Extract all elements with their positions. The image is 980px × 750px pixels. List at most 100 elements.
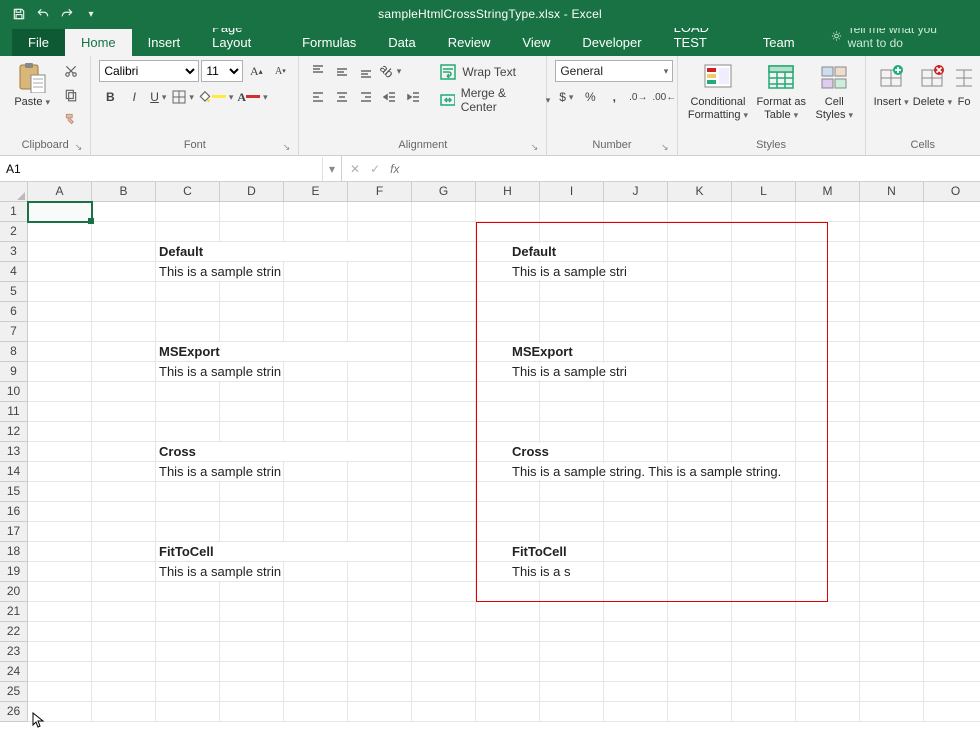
enter-formula-icon[interactable]: ✓ (370, 162, 380, 176)
row-header[interactable]: 25 (0, 682, 27, 702)
dialog-launcher-icon[interactable]: ↘ (75, 142, 83, 153)
col-header[interactable]: G (412, 182, 476, 201)
worksheet-grid[interactable]: ABCDEFGHIJKLMNO 123456789101112131415161… (0, 182, 980, 750)
formula-input[interactable] (407, 156, 980, 181)
dialog-launcher-icon[interactable]: ↘ (283, 142, 291, 153)
cell-content[interactable]: This is a sample strin (156, 462, 284, 482)
col-header[interactable]: C (156, 182, 220, 201)
tab-team[interactable]: Team (747, 29, 811, 56)
increase-decimal-button[interactable]: .0→ (627, 86, 649, 108)
borders-button[interactable] (171, 86, 195, 108)
col-header[interactable]: M (796, 182, 860, 201)
format-painter-button[interactable] (60, 108, 82, 130)
row-header[interactable]: 9 (0, 362, 27, 382)
cut-button[interactable] (60, 60, 82, 82)
col-header[interactable]: K (668, 182, 732, 201)
name-box-input[interactable] (0, 162, 322, 176)
fill-color-button[interactable] (197, 86, 235, 108)
row-header[interactable]: 3 (0, 242, 27, 262)
fx-icon[interactable]: fx (390, 162, 399, 176)
align-right-button[interactable] (355, 86, 377, 108)
align-top-button[interactable] (307, 60, 329, 82)
cell-content[interactable]: This is a sample strin (156, 362, 284, 382)
tab-review[interactable]: Review (432, 29, 507, 56)
row-header[interactable]: 5 (0, 282, 27, 302)
row-header[interactable]: 1 (0, 202, 27, 222)
cell-styles-button[interactable]: Cell Styles (812, 60, 856, 121)
undo-icon[interactable] (32, 3, 54, 25)
tab-file[interactable]: File (12, 29, 65, 56)
decrease-font-button[interactable]: A▾ (269, 60, 291, 82)
cell-content[interactable]: Default (156, 242, 412, 262)
row-header[interactable]: 26 (0, 702, 27, 722)
col-header[interactable]: L (732, 182, 796, 201)
row-header[interactable]: 2 (0, 222, 27, 242)
insert-cells-button[interactable]: Insert (874, 60, 909, 109)
row-header[interactable]: 21 (0, 602, 27, 622)
row-header[interactable]: 12 (0, 422, 27, 442)
col-header[interactable]: B (92, 182, 156, 201)
align-left-button[interactable] (307, 86, 329, 108)
column-headers[interactable]: ABCDEFGHIJKLMNO (28, 182, 980, 202)
tab-data[interactable]: Data (372, 29, 431, 56)
row-header[interactable]: 15 (0, 482, 27, 502)
col-header[interactable]: J (604, 182, 668, 201)
col-header[interactable]: N (860, 182, 924, 201)
accounting-format-button[interactable]: $ (555, 86, 577, 108)
format-as-table-button[interactable]: Format as Table (754, 60, 808, 121)
increase-font-button[interactable]: A▴ (245, 60, 267, 82)
percent-button[interactable]: % (579, 86, 601, 108)
col-header[interactable]: D (220, 182, 284, 201)
align-bottom-button[interactable] (355, 60, 377, 82)
row-header[interactable]: 10 (0, 382, 27, 402)
dialog-launcher-icon[interactable]: ↘ (661, 142, 669, 153)
cancel-formula-icon[interactable]: ✕ (350, 162, 360, 176)
row-header[interactable]: 18 (0, 542, 27, 562)
row-header[interactable]: 17 (0, 522, 27, 542)
cell-content[interactable]: MSExport (156, 342, 412, 362)
select-all-corner[interactable] (0, 182, 28, 202)
row-header[interactable]: 6 (0, 302, 27, 322)
col-header[interactable]: I (540, 182, 604, 201)
col-header[interactable]: H (476, 182, 540, 201)
col-header[interactable]: F (348, 182, 412, 201)
name-box-dropdown-icon[interactable]: ▾ (322, 157, 341, 181)
conditional-formatting-button[interactable]: Conditional Formatting (686, 60, 751, 121)
cell-content[interactable]: This is a sample strin (156, 262, 284, 282)
number-format-combo[interactable]: General (555, 60, 673, 82)
cell-content[interactable]: Cross (156, 442, 412, 462)
row-header[interactable]: 14 (0, 462, 27, 482)
tab-formulas[interactable]: Formulas (286, 29, 372, 56)
tab-view[interactable]: View (506, 29, 566, 56)
row-headers[interactable]: 1234567891011121314151617181920212223242… (0, 202, 28, 722)
cell-content[interactable]: FitToCell (156, 542, 412, 562)
font-size-combo[interactable]: 11 (201, 60, 243, 82)
tab-home[interactable]: Home (65, 29, 132, 56)
row-header[interactable]: 4 (0, 262, 27, 282)
row-header[interactable]: 13 (0, 442, 27, 462)
row-header[interactable]: 8 (0, 342, 27, 362)
merge-center-button[interactable]: Merge & Center (435, 88, 555, 112)
tab-insert[interactable]: Insert (132, 29, 197, 56)
row-header[interactable]: 7 (0, 322, 27, 342)
copy-button[interactable] (60, 84, 82, 106)
underline-button[interactable]: U (147, 86, 169, 108)
delete-cells-button[interactable]: Delete (913, 60, 952, 109)
row-header[interactable]: 11 (0, 402, 27, 422)
save-icon[interactable] (8, 3, 30, 25)
row-header[interactable]: 23 (0, 642, 27, 662)
row-header[interactable]: 16 (0, 502, 27, 522)
col-header[interactable]: E (284, 182, 348, 201)
row-header[interactable]: 24 (0, 662, 27, 682)
font-color-button[interactable]: A (236, 86, 268, 108)
qat-customize-icon[interactable]: ▾ (80, 3, 102, 25)
col-header[interactable]: O (924, 182, 980, 201)
row-header[interactable]: 22 (0, 622, 27, 642)
paste-button[interactable]: Paste (8, 60, 56, 109)
dialog-launcher-icon[interactable]: ↘ (531, 142, 539, 153)
cell-content[interactable]: This is a sample strin (156, 562, 284, 582)
decrease-decimal-button[interactable]: .00← (651, 86, 677, 108)
col-header[interactable]: A (28, 182, 92, 201)
orientation-button[interactable]: ab (379, 60, 402, 82)
align-center-button[interactable] (331, 86, 353, 108)
